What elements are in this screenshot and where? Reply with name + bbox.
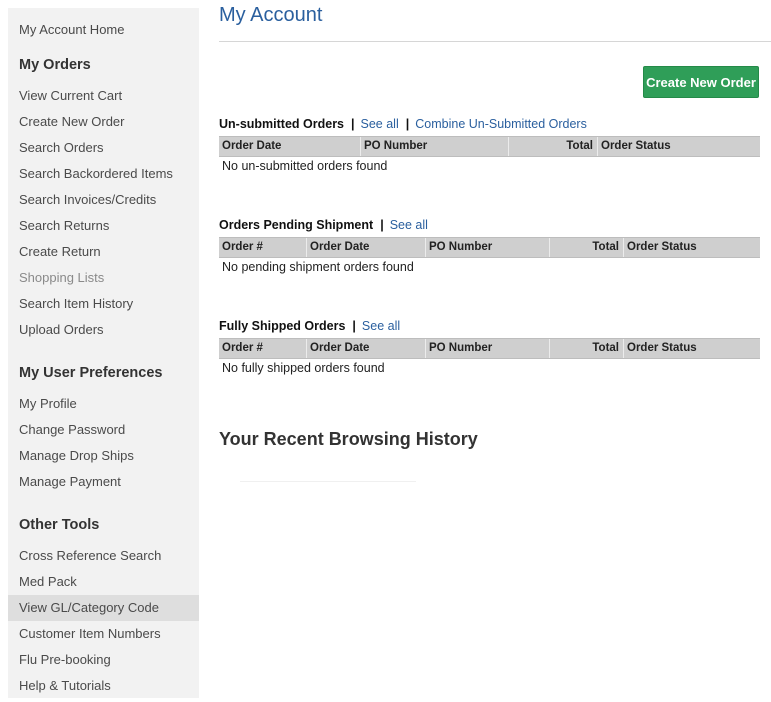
title-divider — [219, 41, 771, 42]
sidebar-item-upload-orders[interactable]: Upload Orders — [19, 322, 104, 338]
empty-state-message: No un-submitted orders found — [222, 159, 388, 173]
column-header[interactable]: Order # — [219, 238, 307, 257]
sidebar-item-search-backordered-items[interactable]: Search Backordered Items — [19, 166, 173, 182]
see-all-link[interactable]: See all — [362, 319, 400, 333]
sidebar-heading-other-tools: Other Tools — [19, 517, 100, 533]
column-header[interactable]: Order Date — [307, 339, 426, 358]
sidebar-nav: My Account Home My Orders View Current C… — [8, 8, 199, 698]
sidebar-item-cross-reference-search[interactable]: Cross Reference Search — [19, 548, 161, 564]
column-header[interactable]: PO Number — [426, 238, 550, 257]
sidebar-item-search-invoices-credits[interactable]: Search Invoices/Credits — [19, 192, 156, 208]
see-all-link[interactable]: See all — [390, 218, 428, 232]
separator: | — [405, 117, 410, 131]
empty-state-message: No fully shipped orders found — [222, 361, 385, 375]
sidebar-item-search-orders[interactable]: Search Orders — [19, 140, 104, 156]
sidebar-heading-my-orders: My Orders — [19, 57, 91, 73]
see-all-link[interactable]: See all — [361, 117, 399, 131]
section-title: Fully Shipped Orders — [219, 319, 346, 333]
sidebar-item-manage-drop-ships[interactable]: Manage Drop Ships — [19, 448, 134, 464]
sidebar-heading-user-preferences: My User Preferences — [19, 365, 163, 381]
pending-shipment-orders-header: Orders Pending Shipment | See all — [219, 218, 428, 232]
fully-shipped-table-header: Order # Order Date PO Number Total Order… — [219, 338, 760, 359]
combine-unsubmitted-orders-link[interactable]: Combine Un-Submitted Orders — [415, 117, 587, 131]
column-header[interactable]: PO Number — [361, 137, 509, 156]
fully-shipped-orders-header: Fully Shipped Orders | See all — [219, 319, 400, 333]
sidebar-item-view-gl-category-code[interactable]: View GL/Category Code — [19, 600, 159, 616]
column-header[interactable]: Total — [509, 137, 598, 156]
sidebar-item-help-tutorials[interactable]: Help & Tutorials — [19, 678, 111, 694]
page-title: My Account — [219, 4, 323, 26]
sidebar-item-search-item-history[interactable]: Search Item History — [19, 296, 133, 312]
sidebar-item-create-return[interactable]: Create Return — [19, 244, 101, 260]
section-title: Orders Pending Shipment — [219, 218, 374, 232]
column-header[interactable]: Total — [550, 238, 624, 257]
recent-browsing-history-title: Your Recent Browsing History — [219, 429, 478, 449]
column-header[interactable]: Order Date — [307, 238, 426, 257]
column-header[interactable]: Order Date — [219, 137, 361, 156]
recent-history-placeholder — [240, 481, 416, 482]
column-header[interactable]: Order Status — [624, 238, 760, 257]
separator: | — [352, 319, 356, 333]
column-header[interactable]: Order Status — [598, 137, 760, 156]
sidebar-item-customer-item-numbers[interactable]: Customer Item Numbers — [19, 626, 161, 642]
sidebar-item-med-pack[interactable]: Med Pack — [19, 574, 77, 590]
create-new-order-button[interactable]: Create New Order — [643, 66, 759, 98]
empty-state-message: No pending shipment orders found — [222, 260, 414, 274]
sidebar-item-account-home[interactable]: My Account Home — [19, 22, 125, 38]
separator: | — [380, 218, 384, 232]
sidebar-item-search-returns[interactable]: Search Returns — [19, 218, 109, 234]
unsubmitted-orders-table-header: Order Date PO Number Total Order Status — [219, 136, 760, 157]
pending-shipment-table-header: Order # Order Date PO Number Total Order… — [219, 237, 760, 258]
column-header[interactable]: PO Number — [426, 339, 550, 358]
sidebar-item-change-password[interactable]: Change Password — [19, 422, 125, 438]
sidebar-item-create-new-order[interactable]: Create New Order — [19, 114, 124, 130]
section-title: Un-submitted Orders — [219, 117, 345, 131]
unsubmitted-orders-header: Un-submitted Orders | See all | Combine Un-S… — [219, 117, 587, 131]
column-header[interactable]: Total — [550, 339, 624, 358]
sidebar-item-my-profile[interactable]: My Profile — [19, 396, 77, 412]
sidebar-item-view-current-cart[interactable]: View Current Cart — [19, 88, 122, 104]
column-header[interactable]: Order # — [219, 339, 307, 358]
column-header[interactable]: Order Status — [624, 339, 760, 358]
sidebar-item-flu-pre-booking[interactable]: Flu Pre-booking — [19, 652, 111, 668]
separator: | — [351, 117, 355, 131]
sidebar-item-manage-payment[interactable]: Manage Payment — [19, 474, 121, 490]
sidebar-item-shopping-lists[interactable]: Shopping Lists — [19, 270, 104, 286]
